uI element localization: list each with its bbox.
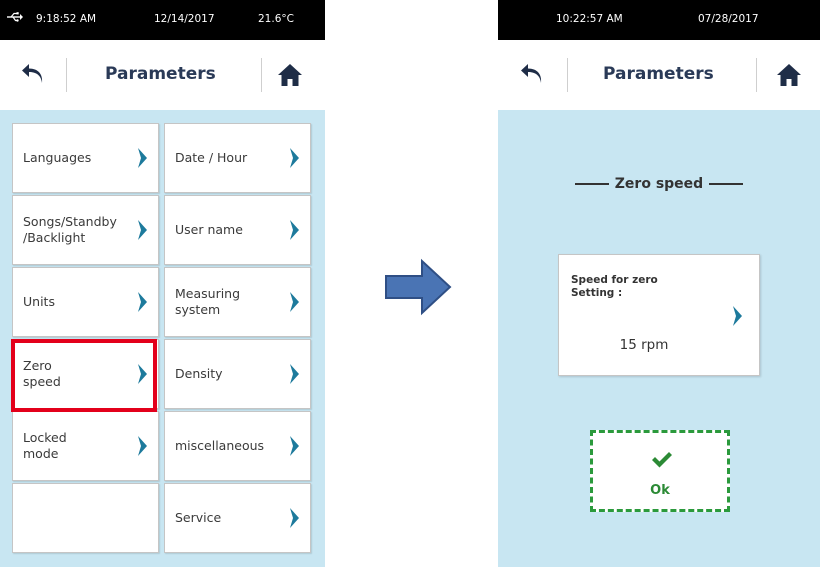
status-date: 07/28/2017 bbox=[698, 13, 759, 25]
chevron-right-icon bbox=[136, 219, 148, 241]
tile-label: User name bbox=[175, 222, 243, 237]
usb-icon bbox=[6, 11, 24, 25]
status-bar: 10:22:57 AM 07/28/2017 bbox=[498, 0, 820, 40]
home-icon[interactable] bbox=[776, 62, 802, 88]
zero-speed-screen: 10:22:57 AM 07/28/2017 Parameters Zero s… bbox=[498, 0, 820, 567]
status-temperature: 21.6°C bbox=[258, 13, 294, 25]
speed-setting-label: Speed for zero Setting : bbox=[571, 274, 658, 299]
tile-service[interactable]: Service bbox=[164, 483, 311, 553]
header-divider bbox=[261, 58, 262, 92]
tile-zero-speed[interactable]: Zero speed bbox=[12, 339, 159, 409]
ok-label: Ok bbox=[650, 483, 670, 498]
title-rule bbox=[574, 183, 609, 185]
status-date: 12/14/2017 bbox=[154, 13, 215, 25]
chevron-right-icon bbox=[136, 291, 148, 313]
tile-empty bbox=[12, 483, 159, 553]
chevron-right-icon bbox=[731, 305, 743, 327]
parameters-grid: Languages Date / Hour Songs/Standby /Bac… bbox=[0, 110, 325, 567]
header-divider bbox=[66, 58, 67, 92]
title-rule bbox=[709, 183, 744, 185]
tile-label: Date / Hour bbox=[175, 150, 248, 165]
section-title-text: Zero speed bbox=[614, 176, 704, 192]
tile-locked-mode[interactable]: Locked mode bbox=[12, 411, 159, 481]
parameters-menu-screen: 9:18:52 AM 12/14/2017 21.6°C Parameters … bbox=[0, 0, 325, 567]
status-bar: 9:18:52 AM 12/14/2017 21.6°C bbox=[0, 0, 325, 40]
tile-label: Locked mode bbox=[23, 430, 67, 461]
status-time: 10:22:57 AM bbox=[556, 13, 623, 25]
page-title: Parameters bbox=[105, 64, 216, 84]
section-title: Zero speed bbox=[498, 176, 820, 192]
chevron-right-icon bbox=[136, 363, 148, 385]
speed-setting-card[interactable]: Speed for zero Setting : 15 rpm bbox=[558, 254, 760, 376]
tile-label: Service bbox=[175, 510, 222, 525]
tile-label: Density bbox=[175, 366, 223, 381]
tile-songs-standby-backlight[interactable]: Songs/Standby /Backlight bbox=[12, 195, 159, 265]
chevron-right-icon bbox=[288, 507, 300, 529]
header-divider bbox=[567, 58, 568, 92]
chevron-right-icon bbox=[288, 435, 300, 457]
chevron-right-icon bbox=[136, 147, 148, 169]
speed-setting-value: 15 rpm bbox=[619, 337, 669, 353]
chevron-right-icon bbox=[288, 363, 300, 385]
tile-label: Measuring system bbox=[175, 286, 241, 317]
chevron-right-icon bbox=[288, 219, 300, 241]
chevron-right-icon bbox=[136, 435, 148, 457]
transition-arrow-icon bbox=[384, 258, 453, 316]
tile-miscellaneous[interactable]: miscellaneous bbox=[164, 411, 311, 481]
chevron-right-icon bbox=[288, 291, 300, 313]
ok-button[interactable]: Ok bbox=[590, 430, 730, 512]
header-bar: Parameters bbox=[0, 40, 325, 110]
tile-languages[interactable]: Languages bbox=[12, 123, 159, 193]
back-arrow-icon[interactable] bbox=[518, 62, 546, 88]
status-time: 9:18:52 AM bbox=[36, 13, 97, 25]
back-arrow-icon[interactable] bbox=[19, 62, 47, 88]
chevron-right-icon bbox=[288, 147, 300, 169]
header-divider bbox=[756, 58, 757, 92]
page-title: Parameters bbox=[603, 64, 714, 84]
home-icon[interactable] bbox=[277, 62, 303, 88]
tile-label: Units bbox=[23, 294, 55, 309]
header-bar: Parameters bbox=[498, 40, 820, 110]
tile-units[interactable]: Units bbox=[12, 267, 159, 337]
tile-label: Songs/Standby /Backlight bbox=[23, 214, 117, 245]
tile-measuring-system[interactable]: Measuring system bbox=[164, 267, 311, 337]
tile-label: Zero speed bbox=[23, 358, 61, 389]
checkmark-icon bbox=[651, 451, 673, 469]
tile-label: Languages bbox=[23, 150, 92, 165]
tile-density[interactable]: Density bbox=[164, 339, 311, 409]
tile-label: miscellaneous bbox=[175, 438, 265, 453]
tile-user-name[interactable]: User name bbox=[164, 195, 311, 265]
tile-date-hour[interactable]: Date / Hour bbox=[164, 123, 311, 193]
